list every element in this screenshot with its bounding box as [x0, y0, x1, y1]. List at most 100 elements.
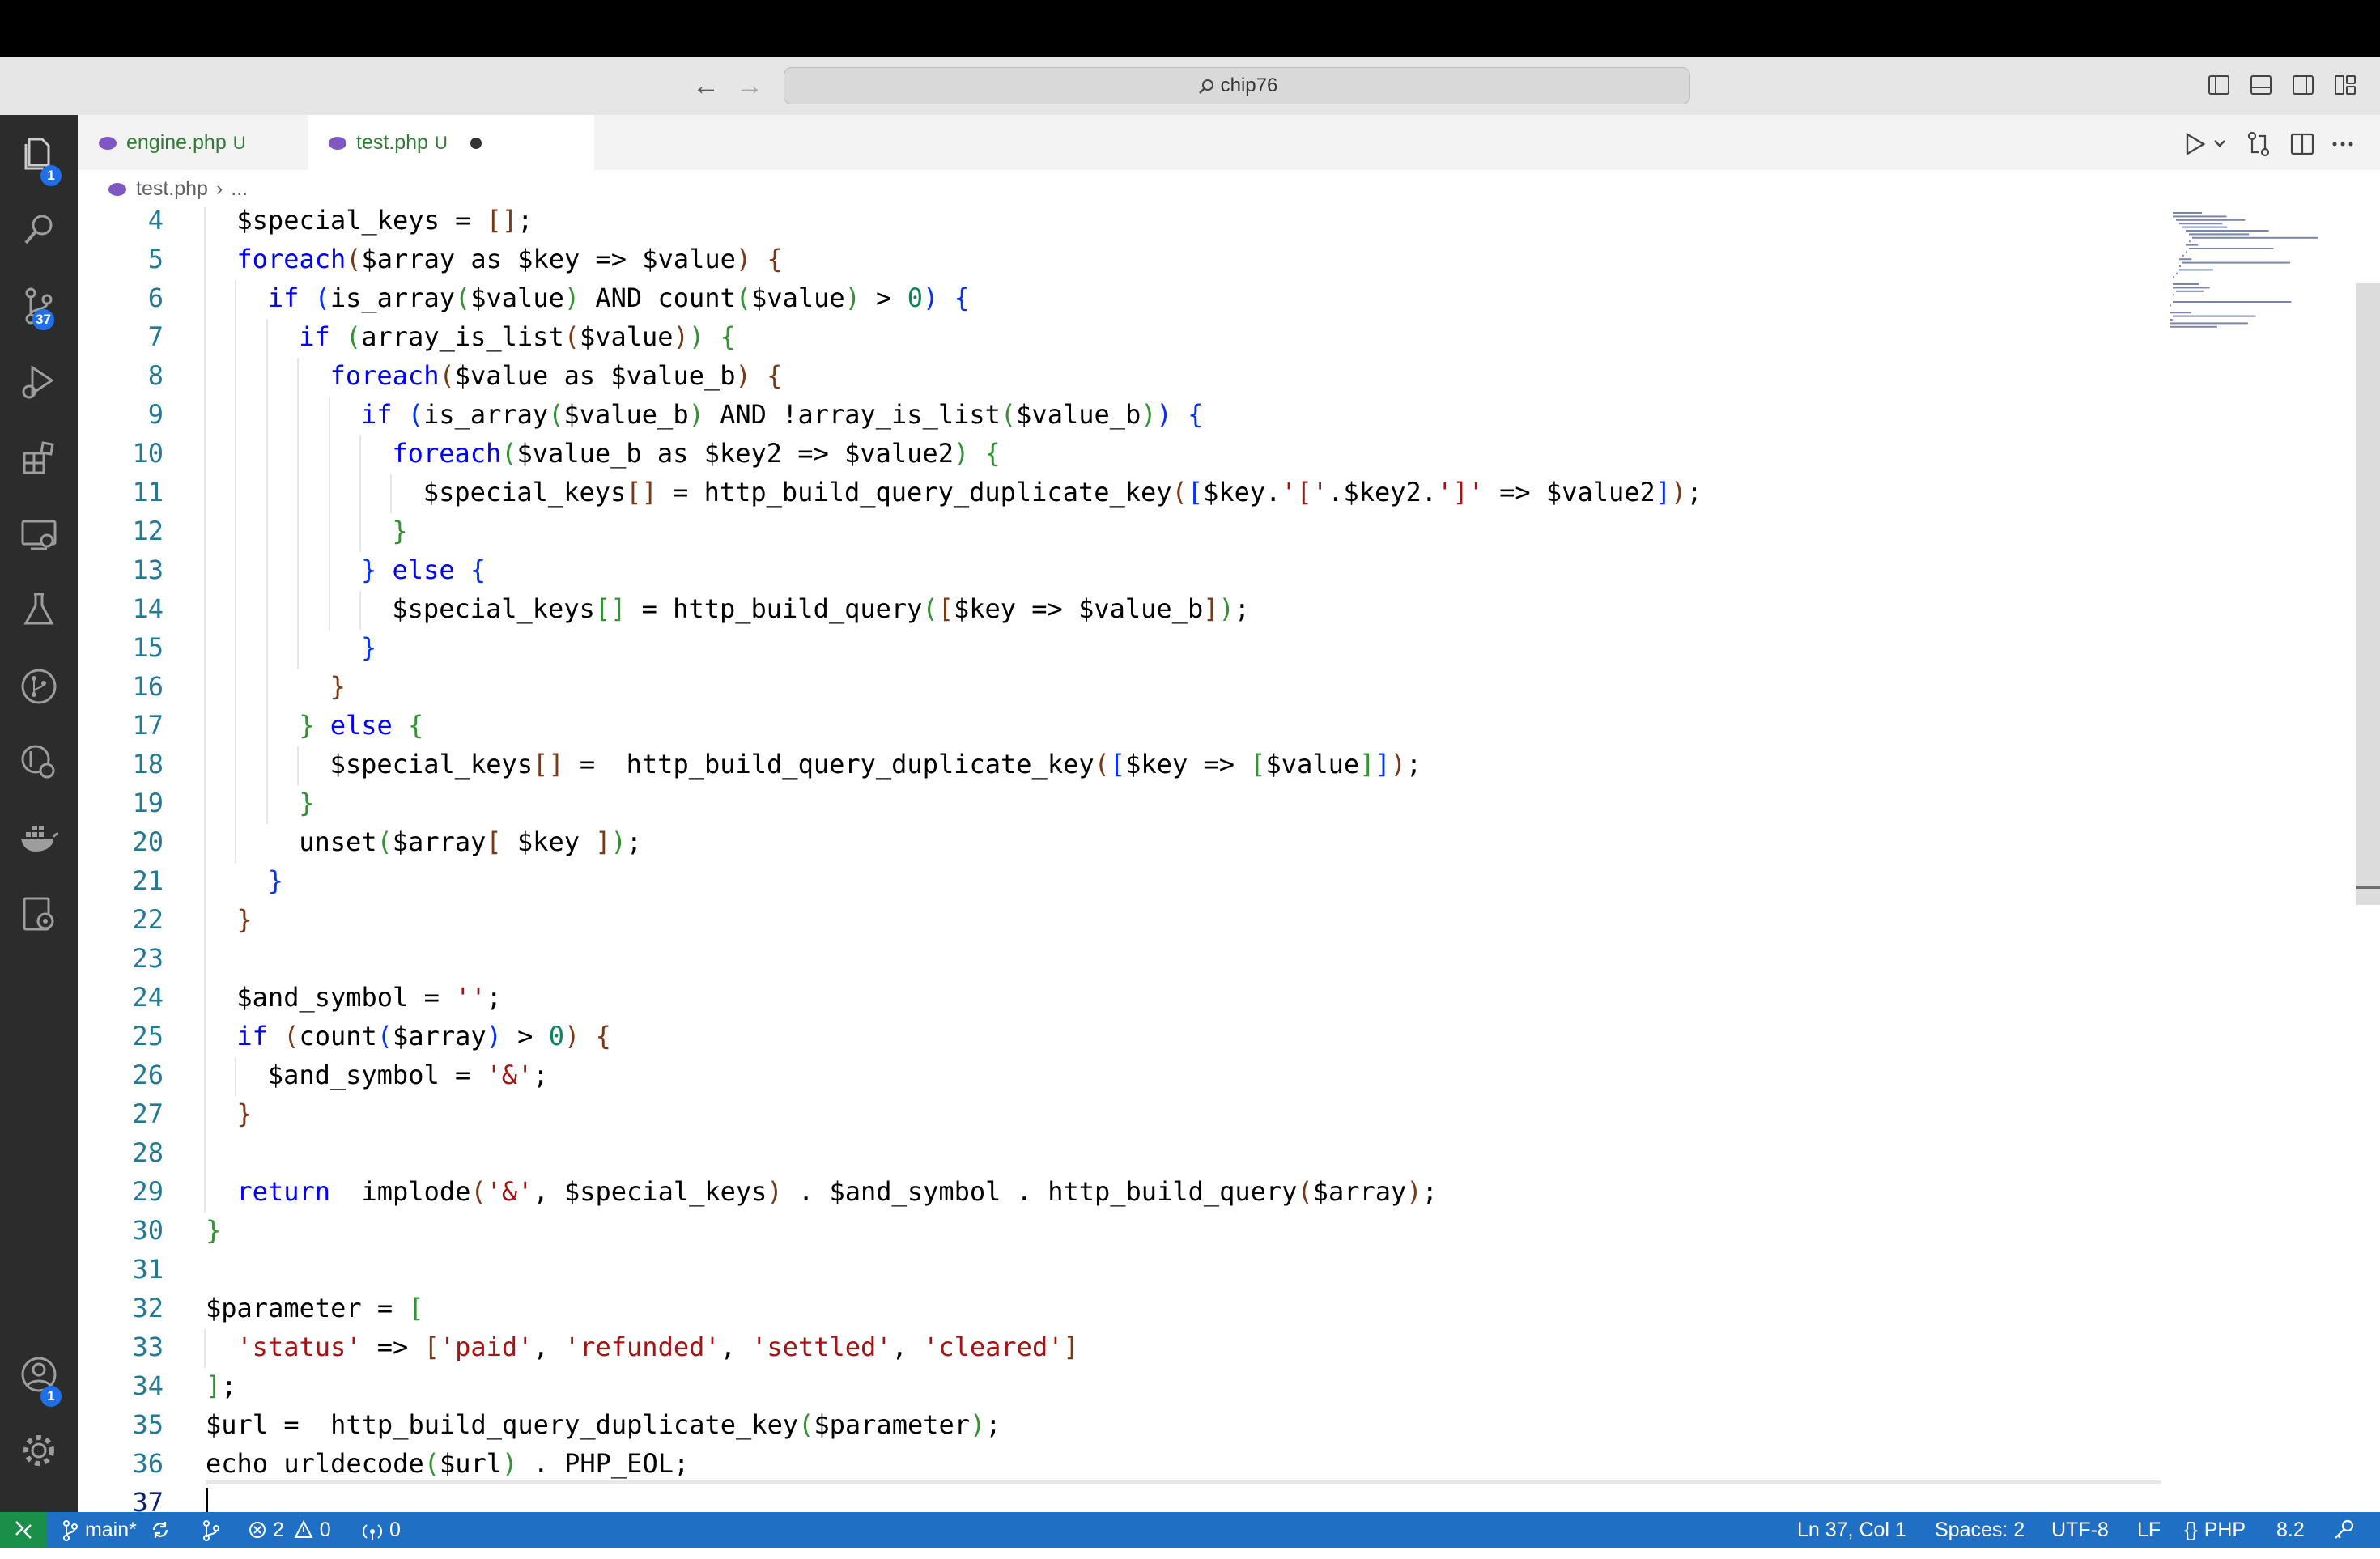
- git-history-icon[interactable]: [18, 741, 60, 784]
- code-text: }: [267, 865, 284, 896]
- run-debug-icon[interactable]: [18, 361, 60, 403]
- code-text: $special_keys[] = http_build_query_dupli…: [423, 477, 1702, 508]
- code-editor[interactable]: 4 $special_keys = []; 5 foreach($array as $…: [78, 207, 2161, 1514]
- code-line[interactable]: 37: [78, 1483, 2161, 1514]
- more-actions-icon[interactable]: [2328, 130, 2357, 159]
- toggle-primary-sidebar-icon[interactable]: [2207, 73, 2231, 97]
- code-line[interactable]: 21}: [78, 861, 2161, 900]
- code-line[interactable]: 17} else {: [78, 706, 2161, 745]
- minimap[interactable]: [2166, 207, 2344, 369]
- warning-count: 0: [319, 1519, 331, 1541]
- code-line[interactable]: 34];: [78, 1366, 2161, 1405]
- minimap-line: [2173, 212, 2203, 214]
- code-line[interactable]: 9 if (is_array($value_b) AND !array_is_li…: [78, 395, 2161, 434]
- chevron-down-icon[interactable]: [2212, 130, 2228, 159]
- toggle-panel-icon[interactable]: [2249, 73, 2273, 97]
- back-arrow-icon[interactable]: ←: [688, 68, 724, 104]
- vertical-scrollbar[interactable]: [2356, 283, 2380, 905]
- code-line[interactable]: 20 unset($array[ $key ]);: [78, 822, 2161, 861]
- code-line[interactable]: 33 'status' => ['paid', 'refunded', 'sett…: [78, 1327, 2161, 1366]
- code-line[interactable]: 26 $and_symbol = '&';: [78, 1056, 2161, 1094]
- code-text: }: [392, 516, 408, 546]
- line-number: 24: [132, 982, 164, 1013]
- language-status[interactable]: {} PHP: [2184, 1512, 2246, 1548]
- encoding-status[interactable]: UTF-8: [2051, 1512, 2109, 1548]
- code-line[interactable]: 32 $parameter = [: [78, 1289, 2161, 1327]
- line-number: 6: [147, 282, 164, 313]
- explorer-badge: 1: [40, 165, 62, 186]
- line-number: 25: [132, 1021, 164, 1051]
- code-line[interactable]: 24 $and_symbol = '';: [78, 978, 2161, 1017]
- code-text: } else {: [361, 554, 487, 585]
- git-graph-icon[interactable]: [18, 665, 60, 707]
- tab-engine-php[interactable]: engine.php U: [78, 115, 308, 170]
- cursor-position[interactable]: Ln 37, Col 1: [1797, 1512, 1906, 1548]
- code-line[interactable]: 16}: [78, 667, 2161, 706]
- code-line[interactable]: 6 if (is_array($value) AND count($value) …: [78, 278, 2161, 317]
- line-number: 32: [132, 1293, 164, 1323]
- code-line[interactable]: 14 $special_keys[] = http_build_query([$k…: [78, 589, 2161, 628]
- code-line[interactable]: 29 return implode('&', $special_keys) . $…: [78, 1172, 2161, 1211]
- eol-status[interactable]: LF: [2137, 1512, 2161, 1548]
- code-line[interactable]: 5 foreach($array as $key => $value) {: [78, 240, 2161, 278]
- code-line[interactable]: 30}: [78, 1211, 2161, 1250]
- git-graph-status-icon[interactable]: [201, 1512, 222, 1548]
- code-line[interactable]: 22}: [78, 900, 2161, 939]
- code-line[interactable]: 36 echo urldecode($url) . PHP_EOL;: [78, 1444, 2161, 1483]
- remote-explorer-icon[interactable]: [18, 513, 60, 555]
- unsaved-dot-icon[interactable]: [470, 138, 482, 150]
- open-changes-icon[interactable]: [2244, 130, 2273, 159]
- breadcrumb-file[interactable]: test.php: [136, 177, 208, 200]
- php-version-status[interactable]: 8.2: [2276, 1512, 2305, 1548]
- code-line[interactable]: 27}: [78, 1094, 2161, 1133]
- minimap-line: [2176, 290, 2204, 292]
- minimap-line: [2173, 301, 2292, 303]
- ports-status[interactable]: 0: [361, 1512, 401, 1548]
- code-line[interactable]: 18 $special_keys[] = http_build_query_dup…: [78, 745, 2161, 784]
- language-name: PHP: [2204, 1519, 2246, 1541]
- tab-test-php[interactable]: test.php U: [308, 115, 594, 170]
- code-line[interactable]: 25 if (count($array) > 0) {: [78, 1017, 2161, 1056]
- indent-guide: [328, 397, 330, 630]
- code-line[interactable]: 31: [78, 1250, 2161, 1289]
- code-line[interactable]: 8 foreach($value as $value_b) {: [78, 356, 2161, 395]
- customize-layout-icon[interactable]: [2333, 73, 2357, 97]
- code-line[interactable]: 13} else {: [78, 550, 2161, 589]
- code-line[interactable]: 12}: [78, 512, 2161, 550]
- php-file-icon: [108, 183, 126, 197]
- line-number: 16: [132, 671, 164, 702]
- indentation-status[interactable]: Spaces: 2: [1935, 1512, 2025, 1548]
- key-icon[interactable]: [2330, 1512, 2357, 1548]
- horizontal-scrollbar[interactable]: [206, 1480, 2161, 1484]
- split-editor-icon[interactable]: [2288, 130, 2317, 159]
- sync-icon[interactable]: [149, 1512, 172, 1548]
- docker-icon[interactable]: [18, 818, 60, 860]
- remote-settings-icon[interactable]: [18, 894, 60, 936]
- forward-arrow-icon[interactable]: →: [732, 68, 767, 104]
- line-number: 22: [132, 904, 164, 935]
- run-icon[interactable]: [2181, 130, 2210, 159]
- code-text: if (is_array($value_b) AND !array_is_lis…: [361, 399, 1204, 430]
- code-line[interactable]: 19}: [78, 784, 2161, 822]
- toggle-secondary-sidebar-icon[interactable]: [2291, 73, 2315, 97]
- line-number: 8: [147, 360, 164, 391]
- search-icon[interactable]: [18, 209, 60, 251]
- code-line[interactable]: 28: [78, 1133, 2161, 1172]
- line-number: 7: [147, 321, 164, 352]
- testing-icon[interactable]: [18, 589, 60, 631]
- command-center-search[interactable]: chip76: [784, 67, 1690, 104]
- remote-indicator[interactable]: [0, 1512, 47, 1548]
- problems-status[interactable]: 2 0: [248, 1512, 331, 1548]
- code-line[interactable]: 10 foreach($value_b as $key2 => $value2) …: [78, 434, 2161, 473]
- breadcrumb-symbol[interactable]: ...: [231, 177, 248, 200]
- code-line[interactable]: 7 if (array_is_list($value)) {: [78, 317, 2161, 356]
- code-line[interactable]: 35 $url = http_build_query_duplicate_key(…: [78, 1405, 2161, 1444]
- gear-icon[interactable]: [18, 1429, 60, 1472]
- branch-status[interactable]: main*: [62, 1512, 172, 1548]
- code-line[interactable]: 4 $special_keys = [];: [78, 207, 2161, 240]
- code-line[interactable]: 15}: [78, 628, 2161, 667]
- code-line[interactable]: 23: [78, 939, 2161, 978]
- line-number: 26: [132, 1060, 164, 1090]
- extensions-icon[interactable]: [18, 437, 60, 479]
- error-count: 2: [272, 1519, 284, 1541]
